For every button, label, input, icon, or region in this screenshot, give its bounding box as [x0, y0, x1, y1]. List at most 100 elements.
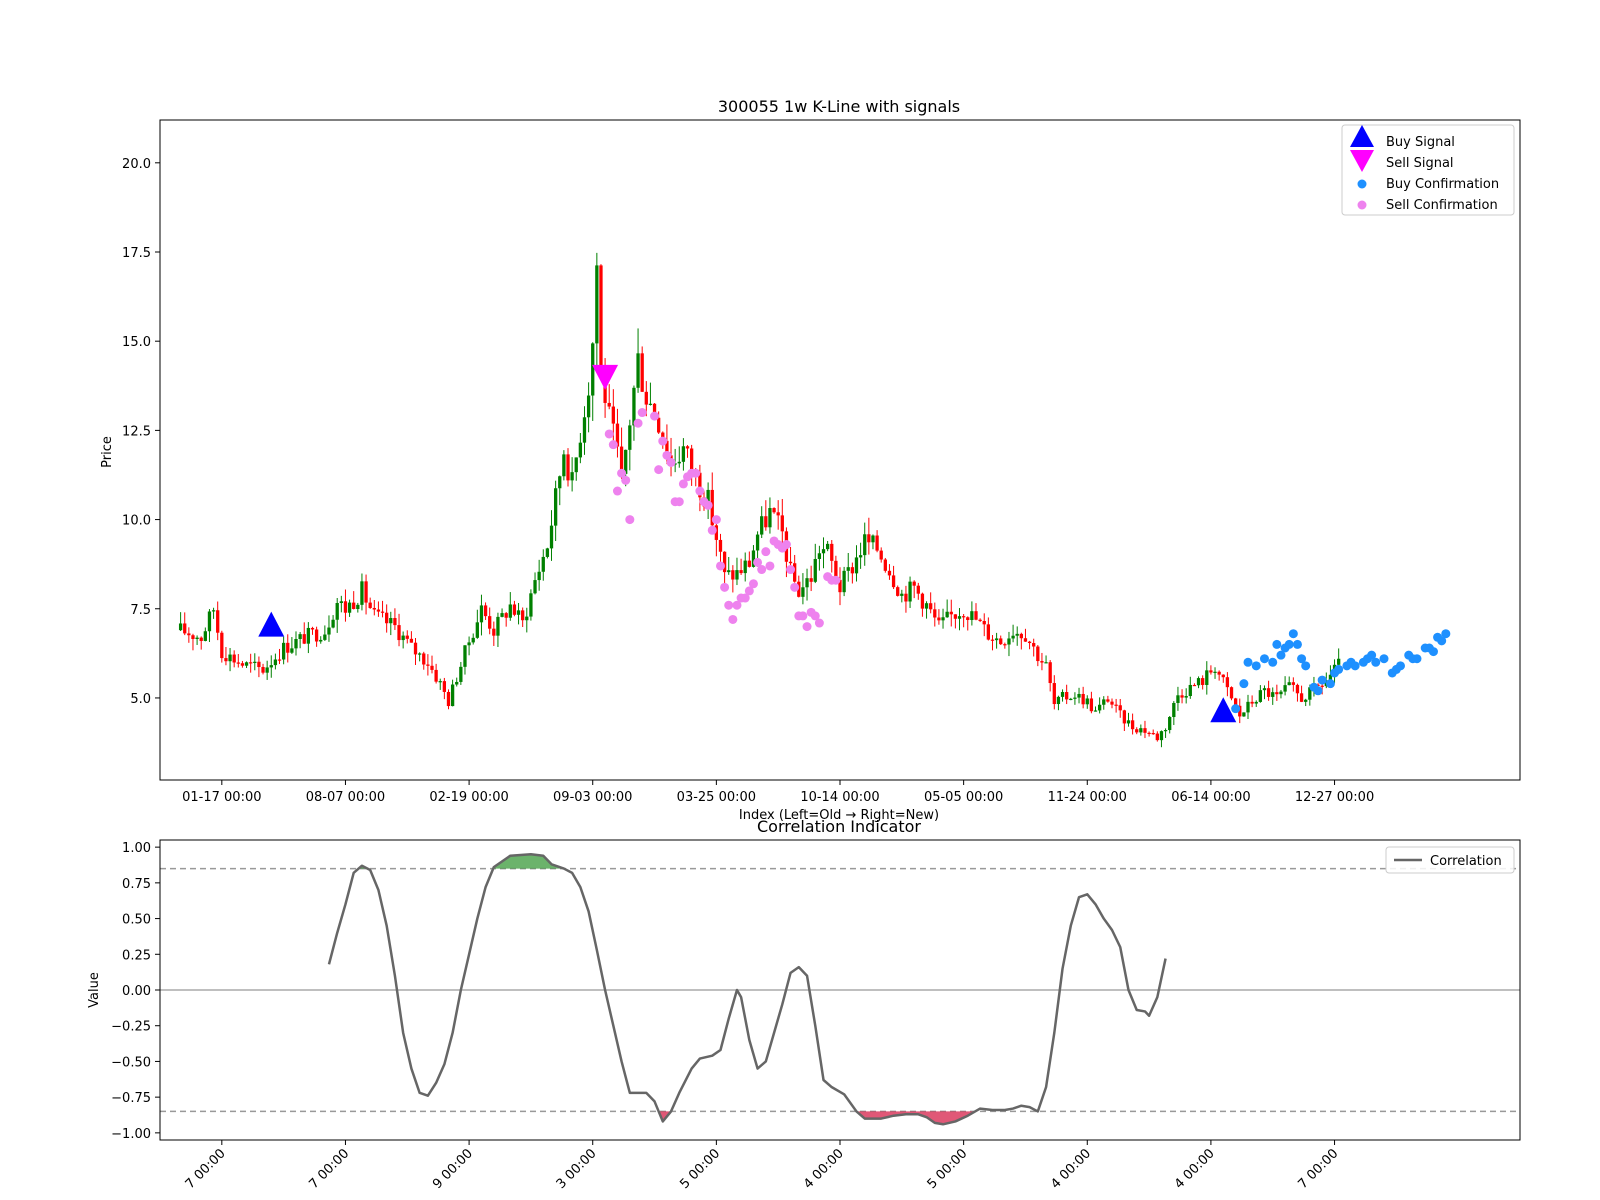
x-tick-label: 5 00:00 [925, 1146, 971, 1192]
buy-confirmation-point [1313, 686, 1323, 696]
candle-body [1196, 678, 1201, 686]
candle-body [1279, 691, 1283, 695]
candle-body [1065, 692, 1069, 700]
candle-body [1056, 696, 1061, 705]
candle-body [1007, 638, 1011, 645]
candle-body [1097, 704, 1102, 711]
candle-body [574, 457, 578, 473]
candle-body [689, 448, 694, 471]
candle-body [244, 662, 249, 666]
candle-body [504, 613, 508, 618]
y-tick-label: 0.00 [122, 984, 151, 999]
kline-y-axis-label: Price [100, 436, 115, 468]
candle-body [1337, 658, 1341, 665]
y-tick-label: −0.75 [111, 1091, 151, 1106]
candle-body [920, 593, 925, 609]
candle-body [1295, 684, 1300, 694]
candle-body [525, 616, 529, 621]
candle-body [764, 516, 768, 528]
candle-body [178, 623, 183, 631]
candle-body [265, 667, 269, 673]
candle-body [1114, 704, 1118, 706]
candle-body [636, 353, 640, 388]
candle-body [1159, 731, 1164, 741]
candle-body [364, 581, 368, 603]
candle-body [496, 616, 500, 636]
candle-body [1168, 716, 1172, 731]
correlation-panel: Correlation Indicator −1.00 −0.75 −0.50 −0.… [87, 817, 1521, 1192]
candle-body [224, 658, 228, 662]
candle-body [397, 625, 401, 641]
candle-body [249, 662, 253, 664]
candle-body [1081, 693, 1085, 705]
correlation-title: Correlation Indicator [757, 817, 921, 836]
candle-body [434, 669, 438, 682]
x-tick-label: 5 00:00 [677, 1146, 723, 1192]
candle-body [896, 587, 900, 596]
candle-body [566, 454, 570, 481]
candle-body [1044, 662, 1048, 664]
candle-body [929, 603, 933, 610]
candle-body [924, 603, 929, 609]
candle-body [1283, 685, 1287, 692]
buy-confirmation-point [1379, 654, 1389, 664]
candle-body [1304, 699, 1308, 702]
kline-plot-content [178, 252, 1451, 748]
sell-confirmation-point [757, 565, 767, 575]
buy-confirmation-point [1350, 661, 1360, 671]
legend-confirmation-marker [1357, 200, 1367, 210]
candle-body [327, 627, 331, 635]
candle-body [463, 645, 467, 667]
candle-body [801, 587, 805, 597]
buy-confirmation-point [1284, 639, 1294, 649]
candle-body [500, 613, 504, 617]
buy-confirmation-point [1428, 647, 1438, 657]
candle-body [821, 549, 826, 554]
candle-body [277, 659, 282, 661]
candle-body [549, 525, 554, 549]
candle-body [1011, 635, 1015, 639]
candle-body [1085, 698, 1089, 705]
candle-body [578, 442, 583, 458]
candle-body [529, 593, 533, 617]
buy-confirmation-point [1334, 664, 1344, 674]
candle-body [858, 555, 863, 558]
buy-confirmation-point [1251, 661, 1261, 671]
candle-body [970, 611, 974, 621]
candle-body [199, 637, 203, 641]
candle-body [1027, 641, 1032, 644]
sell-confirmation-point [786, 565, 796, 575]
candle-body [817, 553, 822, 559]
candle-body [904, 593, 908, 602]
candle-body [512, 604, 517, 615]
x-tick-label: 08-07 00:00 [306, 790, 385, 805]
candle-body [1258, 690, 1263, 702]
buy-confirmation-point [1317, 675, 1327, 685]
candle-body [240, 663, 245, 666]
candle-body [949, 611, 953, 615]
candle-body [957, 616, 962, 619]
candle-body [1217, 671, 1221, 675]
candle-body [253, 661, 257, 664]
candle-body [1069, 698, 1073, 701]
kline-legend: Buy Signal Sell Signal Buy Confirmation Sel… [1341, 124, 1515, 216]
sell-confirmation-point [724, 600, 734, 610]
correlation-legend-label: Correlation [1430, 854, 1502, 869]
x-tick-label: 01-17 00:00 [182, 790, 261, 805]
x-tick-label: 4 00:00 [801, 1146, 847, 1192]
buy-confirmation-point [1301, 661, 1311, 671]
y-tick-label: 10.0 [122, 514, 151, 529]
candle-body [471, 637, 475, 643]
kline-y-ticks: 5.0 7.5 10.0 12.5 15.0 17.5 20.0 [122, 157, 160, 707]
candle-body [273, 659, 278, 666]
candle-body [191, 635, 195, 640]
candle-body [1254, 701, 1258, 704]
candle-body [747, 560, 751, 567]
sell-confirmation-point [781, 540, 791, 550]
candle-body [1040, 661, 1044, 663]
sell-confirmation-point [608, 440, 618, 450]
candle-body [871, 535, 875, 543]
candle-body [994, 638, 999, 641]
candle-body [553, 488, 558, 526]
candle-body [207, 611, 212, 632]
